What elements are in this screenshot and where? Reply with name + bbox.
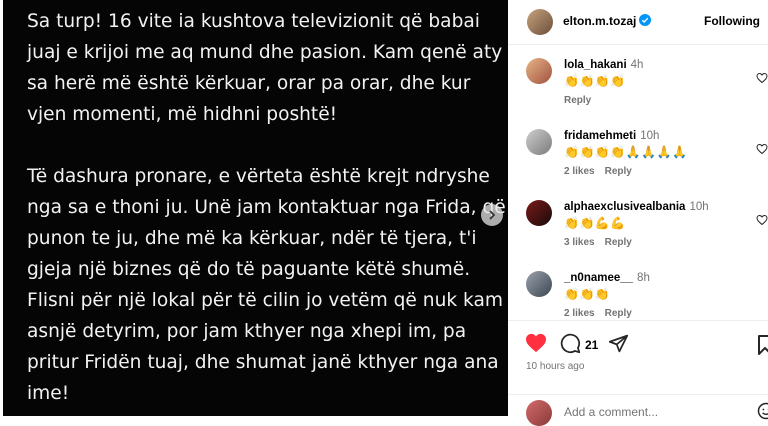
post-header: elton.m.tozaj Following [508,0,768,45]
comment-username[interactable]: lola_hakani4h [564,59,643,71]
comment-count: 21 [585,338,598,352]
commenter-avatar[interactable] [526,58,552,84]
following-button[interactable]: Following [704,14,760,28]
reply-button[interactable]: Reply [605,166,632,177]
reply-button[interactable]: Reply [605,308,632,319]
author-username[interactable]: elton.m.tozaj [563,14,636,28]
comment-icon[interactable] [560,333,581,354]
comment-text: 👏👏👏👏🙏🙏🙏🙏 [564,145,688,159]
next-slide-button[interactable] [481,204,503,226]
comment-time: 8h [637,272,650,284]
author-avatar[interactable] [527,9,553,35]
share-icon[interactable] [608,333,629,354]
like-heart-icon[interactable] [525,333,547,353]
comment-item: alphaexclusivealbania10h 👏👏💪💪 3 likes Rep… [508,200,768,270]
post-actions: 21 10 hours ago [508,320,768,417]
commenter-avatar[interactable] [526,271,552,297]
comment-time: 10h [689,201,708,213]
reply-button[interactable]: Reply [564,95,591,106]
add-comment-input[interactable] [564,405,714,419]
like-comment-heart-icon[interactable] [756,214,768,226]
post-text: Sa turp! 16 vite ia kushtova televizioni… [27,6,507,409]
comment-username[interactable]: alphaexclusivealbania10h [564,201,709,213]
likes-count[interactable]: 3 likes [564,237,595,248]
bookmark-icon[interactable] [758,335,768,355]
comment-meta: 2 likes Reply [564,308,642,319]
likes-count[interactable]: 2 likes [564,308,595,319]
emoji-icon[interactable] [757,402,768,420]
comment-meta: 3 likes Reply [564,237,642,248]
reply-button[interactable]: Reply [605,237,632,248]
like-comment-heart-icon[interactable] [756,72,768,84]
comment-text: 👏👏👏 [564,287,610,301]
commenter-avatar[interactable] [526,129,552,155]
comment-time: 4h [631,59,644,71]
post-time: 10 hours ago [526,361,584,372]
comment-username[interactable]: fridamehmeti10h [564,130,659,142]
comment-text: 👏👏💪💪 [564,216,626,230]
comment-meta: Reply [564,95,601,106]
chevron-right-icon [487,210,497,220]
comment-text: 👏👏👏👏 [564,74,626,88]
comment-username[interactable]: _n0namee__8h [564,272,650,284]
comment-meta: 2 likes Reply [564,166,642,177]
verified-icon [639,14,651,26]
likes-count[interactable]: 2 likes [564,166,595,177]
comments-panel: elton.m.tozaj Following lola_hakani4h 👏👏… [508,0,768,416]
comment-time: 10h [640,130,659,142]
comment-item: lola_hakani4h 👏👏👏👏 Reply [508,58,768,128]
commenter-avatar[interactable] [526,200,552,226]
like-comment-heart-icon[interactable] [756,143,768,155]
current-user-avatar [526,400,552,426]
post-image: Sa turp! 16 vite ia kushtova televizioni… [0,0,508,416]
panel-edge [0,0,3,416]
add-comment-row [508,394,768,418]
comment-item: fridamehmeti10h 👏👏👏👏🙏🙏🙏🙏 2 likes Reply [508,129,768,199]
